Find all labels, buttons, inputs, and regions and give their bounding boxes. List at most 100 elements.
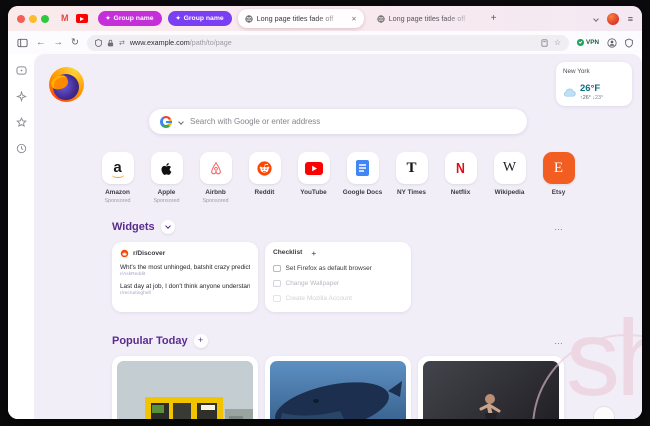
shortcut-label: Reddit xyxy=(254,189,275,196)
cloud-icon xyxy=(564,88,576,97)
reddit-icon xyxy=(120,249,129,257)
discover-post[interactable]: Last day at job, I don't think anyone un… xyxy=(120,283,250,296)
widgets-overflow-menu[interactable]: … xyxy=(554,222,564,232)
window-controls xyxy=(17,14,49,23)
tab-active[interactable]: Long page titles fade off ✕ xyxy=(237,9,364,28)
shortcut-label: Apple xyxy=(157,189,176,196)
list-all-tabs-icon[interactable] xyxy=(592,15,599,22)
shortcut-apple[interactable]: Apple Sponsored xyxy=(147,152,187,204)
checkbox[interactable] xyxy=(273,264,281,273)
sponsored-label: Sponsored xyxy=(202,197,229,204)
sparkle-ai-icon[interactable] xyxy=(15,91,27,102)
discover-post[interactable]: Wht's the most unhinged, batshit crazy p… xyxy=(120,264,250,277)
vpn-badge[interactable]: VPN xyxy=(577,39,599,46)
url-bar[interactable]: ⇄ www.example.com/path/to/page ☆ xyxy=(86,34,570,51)
shortcuts-row: a Amazon Sponsored Apple Sponsored Airbn… xyxy=(34,152,642,204)
checkbox[interactable] xyxy=(273,294,281,303)
container-icon[interactable]: ⇄ xyxy=(119,39,125,47)
lock-icon[interactable] xyxy=(107,39,114,47)
back-button[interactable]: ← xyxy=(36,38,46,48)
youtube-pinned-tab-icon[interactable] xyxy=(75,14,88,23)
popular-section-header: Popular Today + … xyxy=(112,333,564,348)
shortcut-wikipedia[interactable]: W Wikipedia xyxy=(490,152,530,204)
chatbot-icon[interactable] xyxy=(15,66,27,76)
url-domain: www.example.com xyxy=(129,38,190,47)
ballet-dancer-image xyxy=(423,360,559,419)
checklist-widget-card[interactable]: Checklist + Set Firefox as default brows… xyxy=(265,241,411,312)
popular-add-button[interactable]: + xyxy=(193,333,208,348)
shortcut-reddit[interactable]: Reddit xyxy=(245,152,285,204)
bookmarks-star-icon[interactable] xyxy=(15,117,27,128)
shortcut-etsy[interactable]: E Etsy xyxy=(539,152,579,204)
search-placeholder: Search with Google or enter address xyxy=(190,117,321,126)
close-window-button[interactable] xyxy=(17,14,25,23)
tab-group-icon: ✦ xyxy=(105,15,111,22)
app-menu-icon[interactable]: ≡ xyxy=(628,14,633,24)
checklist-item[interactable]: Set Firefox as default browser xyxy=(273,264,403,273)
popular-card-whale[interactable] xyxy=(265,355,411,419)
minimize-window-button[interactable] xyxy=(29,14,37,23)
shortcut-netflix[interactable]: N Netflix xyxy=(441,152,481,204)
google-logo-icon xyxy=(160,115,172,128)
popular-card-dancer[interactable] xyxy=(418,355,564,419)
bookmark-star-icon[interactable]: ☆ xyxy=(554,38,561,47)
reload-button[interactable]: ↻ xyxy=(71,38,79,48)
scroll-to-top-button[interactable] xyxy=(593,406,615,419)
shortcut-label: Google Docs xyxy=(342,189,383,196)
checklist-add-button[interactable]: + xyxy=(311,249,316,258)
url-path: /path/to/page xyxy=(189,38,232,47)
shortcut-label: Wikipedia xyxy=(494,189,525,196)
profile-icon[interactable] xyxy=(607,37,617,48)
shortcut-amazon[interactable]: a Amazon Sponsored xyxy=(98,152,138,204)
extension-shield-icon[interactable] xyxy=(625,38,633,48)
globe-icon xyxy=(377,14,385,23)
sidebar-toggle-icon[interactable] xyxy=(17,38,28,48)
browser-window: M ✦ Group name ✦ Group name Long page ti… xyxy=(8,6,642,419)
gmail-pinned-tab-icon[interactable]: M xyxy=(61,14,69,23)
tab-close-icon[interactable]: ✕ xyxy=(351,15,356,23)
search-bar[interactable]: Search with Google or enter address xyxy=(149,109,527,134)
post-subreddit: r/AskReddit xyxy=(120,271,146,277)
tab-group-icon: ✦ xyxy=(175,15,181,22)
forward-button[interactable]: → xyxy=(54,38,64,48)
tab-group-label: Group name xyxy=(113,15,154,22)
shortcut-ny-times[interactable]: T NY Times xyxy=(392,152,432,204)
save-to-pocket-icon[interactable] xyxy=(541,38,548,47)
tab-group-2[interactable]: ✦ Group name xyxy=(167,11,232,26)
post-title: Last day at job, I don't think anyone un… xyxy=(120,282,250,290)
history-clock-icon[interactable] xyxy=(16,143,27,154)
search-engine-dropdown-icon[interactable] xyxy=(178,118,184,125)
shield-icon[interactable] xyxy=(94,38,102,47)
checkbox[interactable] xyxy=(273,279,281,288)
shortcut-airbnb[interactable]: Airbnb Sponsored xyxy=(196,152,236,204)
discover-header: r/Discover xyxy=(133,249,166,257)
checklist-item[interactable]: Change Wallpaper xyxy=(273,279,403,288)
amazon-icon: a xyxy=(112,159,125,178)
checklist-item-label: Set Firefox as default browser xyxy=(285,264,372,272)
tab-group-label: Group name xyxy=(183,15,224,22)
new-tab-button[interactable]: + xyxy=(491,13,497,24)
shortcut-label: Airbnb xyxy=(205,189,226,196)
discover-widget-card[interactable]: r/Discover Wht's the most unhinged, bats… xyxy=(112,241,258,312)
vpn-label: VPN xyxy=(586,39,599,46)
firefox-account-avatar[interactable] xyxy=(606,12,619,25)
reddit-icon xyxy=(257,160,272,176)
popular-card-container-building[interactable] xyxy=(112,355,258,419)
popular-title: Popular Today xyxy=(112,334,188,347)
shortcut-label: Etsy xyxy=(551,189,566,196)
zoom-window-button[interactable] xyxy=(41,14,49,23)
weather-widget[interactable]: New York 26°F ↑26° ↓23° xyxy=(556,62,632,107)
shortcut-google-docs[interactable]: Google Docs xyxy=(343,152,383,204)
tab-inactive[interactable]: Long page titles fade off xyxy=(370,9,482,28)
checklist-title: Checklist xyxy=(273,249,303,257)
youtube-icon xyxy=(304,161,323,175)
left-sidebar-rail xyxy=(8,54,34,419)
yellow-container-image xyxy=(117,360,253,419)
whale-image xyxy=(270,360,406,419)
checklist-item-label: Create Mozilla Account xyxy=(285,294,352,302)
tab-group-1[interactable]: ✦ Group name xyxy=(97,11,162,26)
shortcut-youtube[interactable]: YouTube xyxy=(294,152,334,204)
widgets-collapse-button[interactable] xyxy=(160,219,175,234)
popular-overflow-menu[interactable]: … xyxy=(554,336,564,346)
checklist-item[interactable]: Create Mozilla Account xyxy=(273,294,403,303)
